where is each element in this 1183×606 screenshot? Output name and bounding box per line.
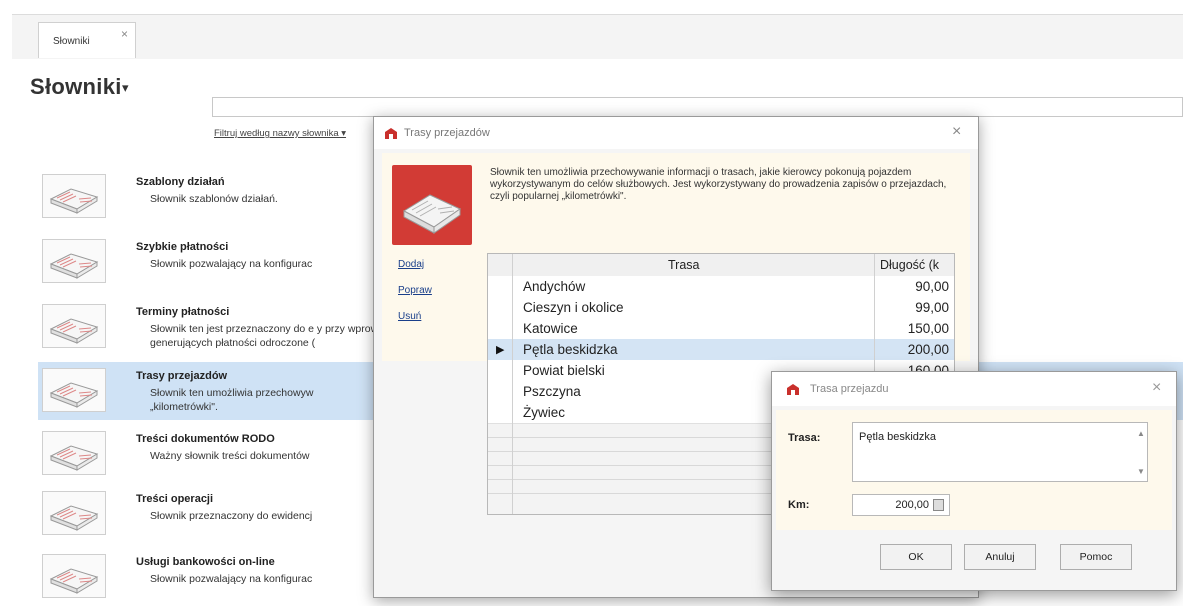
scroll-down-icon[interactable]: ▼ bbox=[1137, 467, 1145, 476]
dictionary-name: Szybkie płatności bbox=[136, 241, 229, 253]
dialog-title: Trasa przejazdu bbox=[810, 383, 889, 395]
route-value: Pętla beskidzka bbox=[859, 431, 937, 443]
dictionary-name: Trasy przejazdów bbox=[136, 370, 228, 382]
km-label: Km: bbox=[788, 499, 810, 511]
book-icon bbox=[42, 304, 106, 348]
table-row-selected[interactable]: ▶ Pętla beskidzka 200,00 bbox=[488, 339, 954, 361]
dialog-title-bar[interactable]: Trasa przejazdu × bbox=[772, 372, 1176, 406]
route-cell: Katowice bbox=[523, 321, 578, 336]
calculator-icon[interactable] bbox=[933, 499, 944, 511]
help-button[interactable]: Pomoc bbox=[1060, 544, 1132, 570]
book-icon bbox=[42, 554, 106, 598]
app-icon bbox=[385, 128, 397, 139]
scroll-up-icon[interactable]: ▲ bbox=[1137, 429, 1145, 438]
book-icon bbox=[392, 165, 472, 245]
column-divider bbox=[512, 254, 513, 514]
dictionary-name: Usługi bankowości on-line bbox=[136, 556, 275, 568]
close-icon[interactable]: × bbox=[952, 123, 961, 141]
page-title[interactable]: Słowniki bbox=[30, 74, 122, 100]
km-value: 200,00 bbox=[895, 499, 929, 511]
book-icon bbox=[42, 174, 106, 218]
form-panel: Trasa: Pętla beskidzka ▲ ▼ Km: 200,00 bbox=[776, 410, 1172, 530]
column-header-length[interactable]: Długość (k bbox=[880, 258, 939, 272]
grid-header: Trasa Długość (k bbox=[488, 254, 954, 277]
book-icon bbox=[42, 431, 106, 475]
route-label: Trasa: bbox=[788, 432, 821, 444]
km-field[interactable]: 200,00 bbox=[852, 494, 950, 516]
route-cell: Cieszyn i okolice bbox=[523, 300, 624, 315]
route-cell: Andychów bbox=[523, 279, 586, 294]
book-icon bbox=[42, 368, 106, 412]
title-dropdown-icon[interactable]: ▾ bbox=[122, 80, 129, 96]
route-cell: Powiat bielski bbox=[523, 363, 605, 378]
delete-link[interactable]: Usuń bbox=[398, 311, 421, 322]
route-cell: Pszczyna bbox=[523, 384, 581, 399]
edit-link[interactable]: Popraw bbox=[398, 285, 432, 296]
length-cell: 150,00 bbox=[907, 321, 949, 336]
dialog-title-bar[interactable]: Trasy przejazdów × bbox=[374, 117, 978, 149]
dictionary-name: Terminy płatności bbox=[136, 306, 230, 318]
table-row[interactable]: Katowice 150,00 bbox=[488, 318, 954, 340]
length-cell: 90,00 bbox=[915, 279, 949, 294]
dictionary-name: Treści dokumentów RODO bbox=[136, 433, 275, 445]
column-header-route[interactable]: Trasa bbox=[668, 258, 700, 272]
route-textarea[interactable]: Pętla beskidzka ▲ ▼ bbox=[852, 422, 1148, 482]
length-cell: 99,00 bbox=[915, 300, 949, 315]
tab-slowniki[interactable]: Słowniki × bbox=[38, 22, 136, 58]
length-cell: 200,00 bbox=[907, 342, 949, 357]
dictionary-name: Treści operacji bbox=[136, 493, 214, 505]
dictionary-name: Szablony działań bbox=[136, 176, 225, 188]
tab-bar bbox=[12, 14, 1183, 59]
route-cell: Żywiec bbox=[523, 405, 566, 420]
filter-mode-link[interactable]: Filtruj według nazwy słownika ▾ bbox=[214, 128, 346, 139]
table-row[interactable]: Cieszyn i okolice 99,00 bbox=[488, 297, 954, 319]
cancel-button[interactable]: Anuluj bbox=[964, 544, 1036, 570]
filter-input[interactable] bbox=[212, 97, 1183, 117]
route-cell: Pętla beskidzka bbox=[523, 342, 618, 357]
dialog-title: Trasy przejazdów bbox=[404, 127, 490, 139]
tab-label: Słowniki bbox=[53, 36, 90, 47]
row-indicator-icon: ▶ bbox=[496, 344, 505, 356]
route-edit-dialog: Trasa przejazdu × Trasa: Pętla beskidzka… bbox=[771, 371, 1177, 591]
book-icon bbox=[42, 239, 106, 283]
close-icon[interactable]: × bbox=[1152, 379, 1161, 397]
ok-button[interactable]: OK bbox=[880, 544, 952, 570]
book-icon bbox=[42, 491, 106, 535]
app-icon bbox=[787, 384, 799, 395]
dialog-description: Słownik ten umożliwia przechowywanie inf… bbox=[490, 167, 947, 202]
tab-close-icon[interactable]: × bbox=[121, 27, 128, 41]
add-link[interactable]: Dodaj bbox=[398, 259, 424, 270]
table-row[interactable]: Andychów 90,00 bbox=[488, 276, 954, 298]
